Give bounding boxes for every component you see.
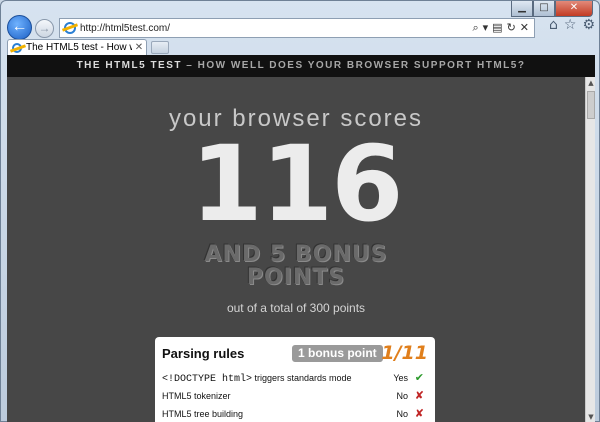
site-header: THE HTML5 TEST – HOW WELL DOES YOUR BROW… [7,55,595,77]
bonus-line-1: AND 5 BONUS [204,242,388,267]
browser-window: ▁ □ ✕ ← → http://html5test.com/ ⌕ ▾ ▤ ↻ … [0,0,600,422]
score-total: out of a total of 300 points [226,301,366,315]
scroll-up-icon[interactable]: ▲ [586,77,595,89]
browser-toolbar-icons: ⌂ ☆ ⚙ [549,17,595,33]
site-brand[interactable]: THE HTML5 TEST [77,60,182,71]
test-result: No [396,409,408,419]
address-text[interactable]: http://html5test.com/ [80,23,472,34]
page-body: your browser scores 116 AND 5 BONUS POIN… [7,77,585,422]
ie-page-icon [64,22,76,34]
test-name: HTML5 tree building [162,409,244,419]
address-bar[interactable]: http://html5test.com/ ⌕ ▾ ▤ ↻ ✕ [59,18,535,38]
bonus-points: AND 5 BONUS POINTS [7,243,585,289]
tools-gear-icon[interactable]: ⚙ [582,17,595,33]
stop-icon[interactable]: ✕ [520,21,529,35]
home-icon[interactable]: ⌂ [549,17,558,33]
test-row: <!DOCTYPE html> triggers standards mode … [162,369,430,387]
cross-icon: ✘ [414,407,424,420]
test-row: HTML5 tokenizer No ✘ [162,387,430,405]
back-button[interactable]: ← [7,15,32,40]
favorites-star-icon[interactable]: ☆ [564,17,577,33]
cross-icon: ✘ [414,389,424,402]
section-header: Parsing rules 1 bonus point 1/11 [162,342,430,365]
test-result: No [396,391,408,401]
page-viewport: THE HTML5 TEST – HOW WELL DOES YOUR BROW… [7,55,595,422]
address-actions: ⌕ ▾ ▤ ↻ ✕ [472,21,534,35]
refresh-icon[interactable]: ↻ [507,21,516,35]
section-score-ratio: 1/11 [381,342,428,364]
dropdown-icon[interactable]: ▾ [483,21,489,35]
section-bonus-badge: 1 bonus point [292,345,383,362]
new-tab-button[interactable] [151,41,169,54]
tab-bar: The HTML5 test - How we... ✕ [7,39,595,55]
vertical-scrollbar[interactable]: ▲ ▼ [585,77,595,422]
tab-ie-icon [12,42,22,53]
test-name: HTML5 tokenizer [162,391,231,401]
scrollbar-thumb[interactable] [587,91,595,119]
site-tagline: – HOW WELL DOES YOUR BROWSER SUPPORT HTM… [182,60,526,71]
bonus-line-2: POINTS [246,265,346,290]
section-title: Parsing rules [162,346,245,361]
test-name: triggers standards mode [252,373,352,383]
search-icon[interactable]: ⌕ [472,21,478,35]
check-icon: ✔ [414,371,424,384]
navigation-bar: ← → http://html5test.com/ ⌕ ▾ ▤ ↻ ✕ ⌂ ☆ … [7,15,595,41]
score-value: 116 [190,123,403,245]
test-row: HTML5 tree building No ✘ [162,405,430,422]
forward-button[interactable]: → [35,19,54,38]
compatibility-view-icon[interactable]: ▤ [492,21,502,35]
test-result: Yes [393,373,408,383]
scroll-down-icon[interactable]: ▼ [586,411,595,422]
test-code: <!DOCTYPE html> [162,374,253,385]
tab-close-icon[interactable]: ✕ [132,42,146,53]
tab-html5test[interactable]: The HTML5 test - How we... ✕ [7,39,147,55]
section-card-parsing-rules: Parsing rules 1 bonus point 1/11 <!DOCTY… [155,337,435,422]
tab-title: The HTML5 test - How we... [26,42,132,53]
